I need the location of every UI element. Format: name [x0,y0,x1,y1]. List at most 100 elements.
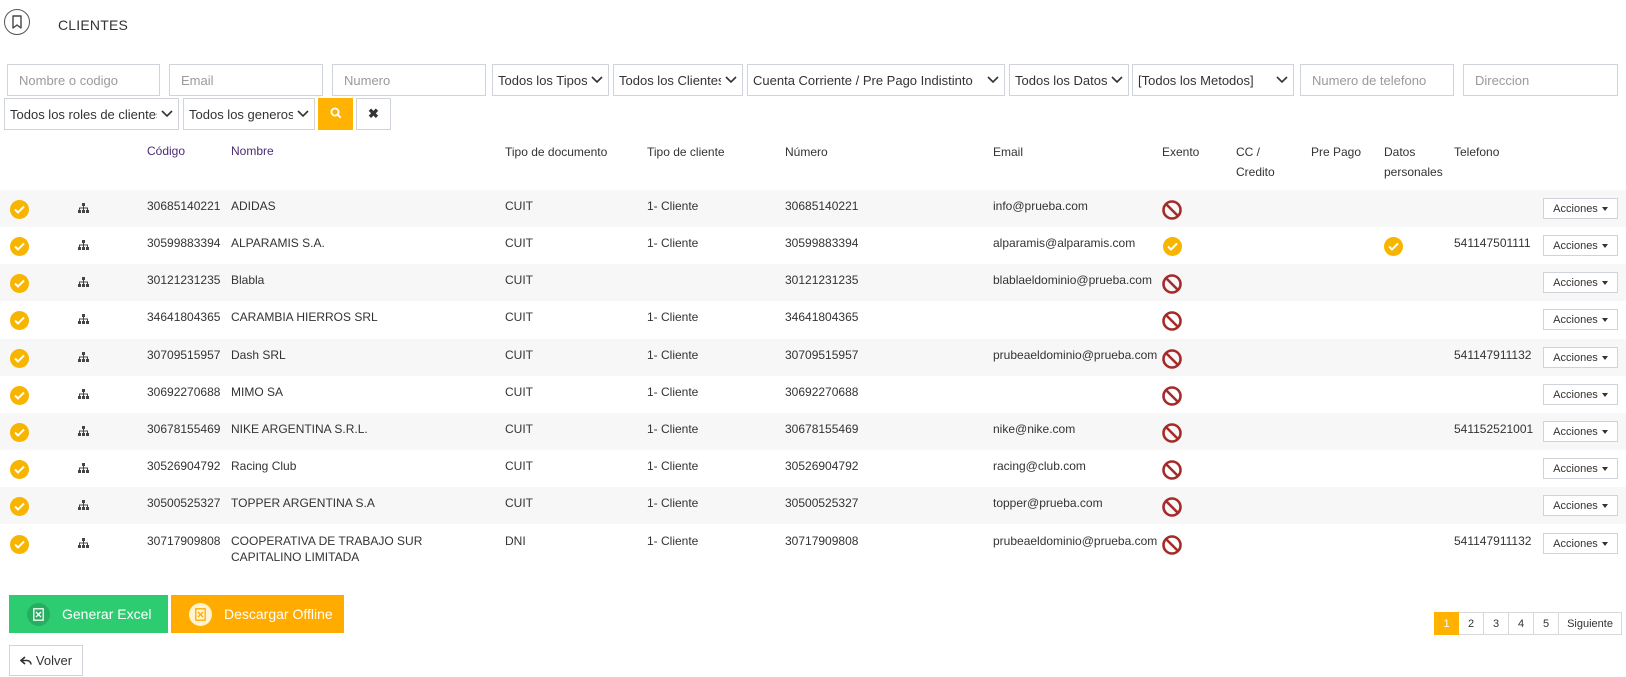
cell-tipo-cliente: 1- Cliente [647,534,699,548]
actions-dropdown-button[interactable]: Acciones [1543,533,1618,554]
cell-nombre: ADIDAS [231,199,276,213]
phone-input[interactable] [1300,64,1454,96]
methods-select[interactable]: [Todos los Metodos] [1132,64,1294,96]
active-check-icon [10,423,29,442]
cell-nombre: CARAMBIA HIERROS SRL [231,310,378,324]
actions-dropdown-button[interactable]: Acciones [1543,495,1618,516]
cell-numero: 30121231235 [785,273,859,287]
actions-label: Acciones [1553,313,1598,326]
account-type-select[interactable]: Cuenta Corriente / Pre Pago Indistinto [747,64,1005,96]
bookmark-icon[interactable] [4,9,30,35]
page-button-3[interactable]: 3 [1484,612,1509,635]
active-check-icon [10,237,29,256]
search-icon [330,107,342,122]
download-file-icon [189,602,212,626]
page-title: CLIENTES [58,17,129,33]
active-check-icon [10,535,29,554]
clients-select[interactable]: Todos los Clientes [613,64,743,96]
actions-dropdown-button[interactable]: Acciones [1543,235,1618,256]
caret-down-icon [1601,243,1608,248]
page-button-1[interactable]: 1 [1434,612,1459,635]
hierarchy-icon[interactable] [78,351,89,365]
col-header-nombre[interactable]: Nombre [231,141,274,161]
not-exempt-ban-icon [1161,348,1183,373]
col-header-tipo-documento: Tipo de documento [505,145,608,159]
download-offline-label: Descargar Offline [224,606,333,622]
actions-label: Acciones [1553,462,1598,475]
address-input[interactable] [1463,64,1618,96]
generate-excel-button[interactable]: Generar Excel [9,595,168,633]
actions-label: Acciones [1553,425,1598,438]
actions-dropdown-button[interactable]: Acciones [1543,198,1618,219]
active-check-icon [10,460,29,479]
cell-telefono: 541147911132 [1454,348,1532,362]
back-button[interactable]: Volver [9,645,83,676]
col-header-email: Email [993,145,1024,159]
data-select[interactable]: Todos los Datos [1009,64,1129,96]
cell-codigo: 30500525327 [147,496,221,510]
search-button[interactable] [318,98,353,130]
email-input[interactable] [169,64,323,96]
cell-tipo-documento: CUIT [505,459,533,473]
caret-down-icon [1601,355,1608,360]
table-row: 30692270688 MIMO SA CUIT 1- Cliente 30692270… [0,376,1626,413]
col-header-cc-credito: CC / Credito [1236,142,1275,182]
name-code-input[interactable] [7,64,160,96]
caret-down-icon [1601,503,1608,508]
data-select-label: Todos los Datos [1015,72,1107,88]
page-button-2[interactable]: 2 [1459,612,1484,635]
hierarchy-icon[interactable] [78,313,89,327]
genders-select[interactable]: Todos los generos [183,98,315,130]
not-exempt-ban-icon [1161,496,1183,521]
cell-codigo: 30685140221 [147,199,221,213]
actions-dropdown-button[interactable]: Acciones [1543,421,1618,442]
col-header-codigo[interactable]: Código [147,141,185,161]
cell-nombre: Dash SRL [231,348,286,362]
types-select[interactable]: Todos los Tipos [492,64,609,96]
cell-tipo-cliente: 1- Cliente [647,459,699,473]
hierarchy-icon[interactable] [78,537,89,551]
cell-email: blablaeldominio@prueba.com [993,273,1152,287]
col-header-datos-line2: personales [1384,165,1443,179]
table-row: 34641804365 CARAMBIA HIERROS SRL CUIT 1- Cl… [0,301,1626,338]
actions-label: Acciones [1553,239,1598,252]
chevron-down-icon [591,74,603,86]
cell-codigo: 30526904792 [147,459,221,473]
active-check-icon [10,274,29,293]
cell-tipo-cliente: 1- Cliente [647,199,699,213]
page-button-4[interactable]: 4 [1509,612,1534,635]
actions-dropdown-button[interactable]: Acciones [1543,384,1618,405]
clear-filters-button[interactable]: ✖ [356,98,391,130]
client-roles-select[interactable]: Todos los roles de clientes [4,98,179,130]
cell-nombre: Racing Club [231,459,297,473]
actions-dropdown-button[interactable]: Acciones [1543,347,1618,368]
hierarchy-icon[interactable] [78,239,89,253]
chevron-down-icon [1111,74,1123,86]
cell-numero: 30599883394 [785,236,859,250]
hierarchy-icon[interactable] [78,499,89,513]
hierarchy-icon[interactable] [78,276,89,290]
cell-tipo-documento: CUIT [505,236,533,250]
hierarchy-icon[interactable] [78,388,89,402]
next-page-button[interactable]: Siguiente [1559,612,1622,635]
actions-dropdown-button[interactable]: Acciones [1543,272,1618,293]
col-header-datos-line1: Datos [1384,145,1416,159]
cell-nombre: MIMO SA [231,385,284,399]
actions-dropdown-button[interactable]: Acciones [1543,309,1618,330]
cell-tipo-cliente: 1- Cliente [647,310,699,324]
not-exempt-ban-icon [1161,310,1183,335]
table-row: 30121231235 Blabla CUIT 30121231235 blablael… [0,264,1626,301]
actions-dropdown-button[interactable]: Acciones [1543,458,1618,479]
cell-nombre: NIKE ARGENTINA S.R.L. [231,422,368,436]
hierarchy-icon[interactable] [78,462,89,476]
cell-numero: 30692270688 [785,385,859,399]
hierarchy-icon[interactable] [78,202,89,216]
hierarchy-icon[interactable] [78,425,89,439]
number-input[interactable] [332,64,486,96]
cell-tipo-documento: CUIT [505,496,533,510]
cell-tipo-cliente: 1- Cliente [647,496,699,510]
not-exempt-ban-icon [1161,273,1183,298]
active-check-icon [10,497,29,516]
download-offline-button[interactable]: Descargar Offline [171,595,344,633]
page-button-5[interactable]: 5 [1534,612,1559,635]
